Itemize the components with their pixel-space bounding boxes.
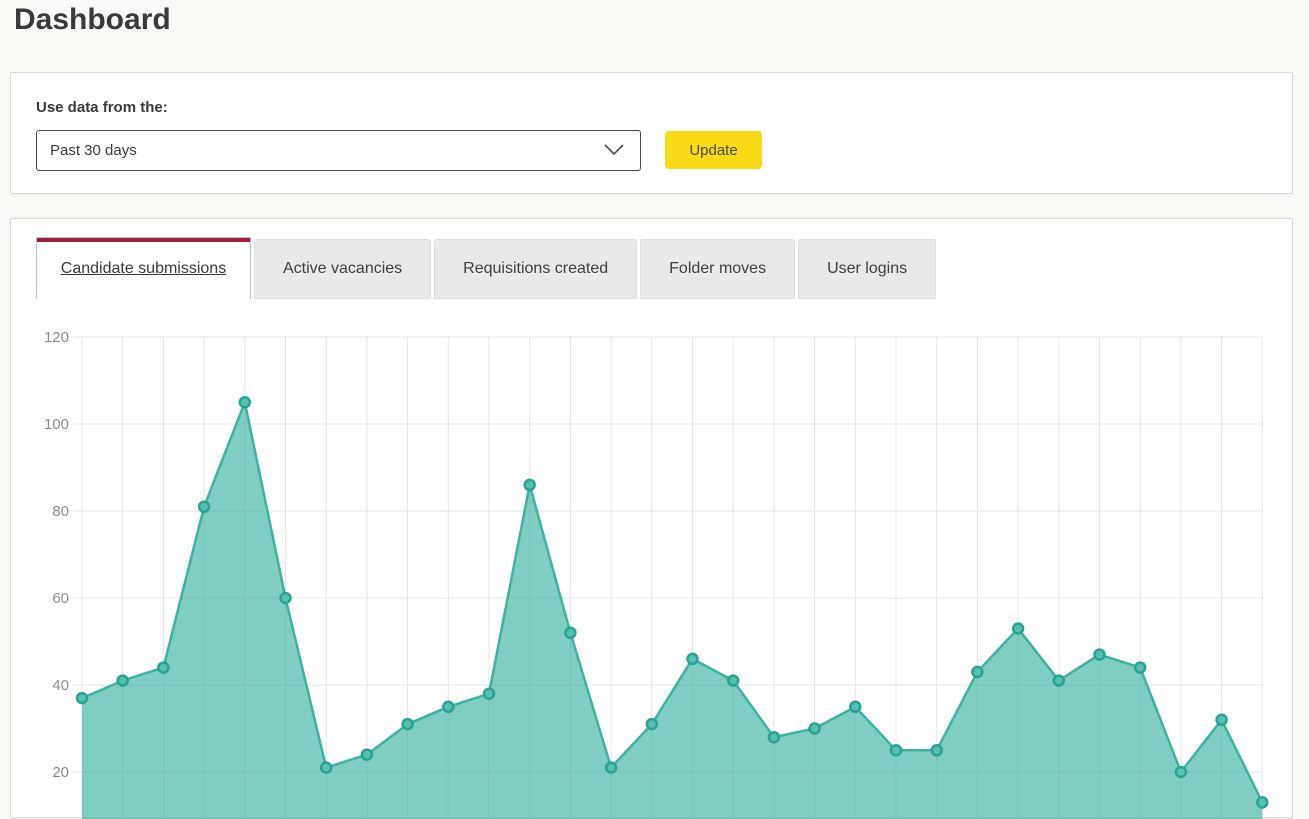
- data-point-marker: [972, 667, 982, 677]
- data-point-marker: [1217, 715, 1227, 725]
- tab-candidate-submissions[interactable]: Candidate submissions: [36, 237, 251, 299]
- data-point-marker: [1135, 663, 1145, 673]
- data-point-marker: [565, 628, 575, 638]
- filter-panel: Use data from the: Past 30 days Update: [10, 72, 1293, 194]
- tab-requisitions-created[interactable]: Requisitions created: [434, 239, 637, 299]
- data-point-marker: [1095, 650, 1105, 660]
- data-point-marker: [321, 763, 331, 773]
- data-point-marker: [891, 745, 901, 755]
- data-point-marker: [769, 732, 779, 742]
- data-point-marker: [443, 702, 453, 712]
- tab-label: Requisitions created: [463, 260, 608, 278]
- data-point-marker: [850, 702, 860, 712]
- update-button[interactable]: Update: [665, 131, 762, 169]
- data-point-marker: [158, 663, 168, 673]
- filter-label: Use data from the:: [36, 99, 1292, 116]
- tab-label: Candidate submissions: [61, 260, 226, 278]
- date-range-dropdown[interactable]: Past 30 days: [36, 130, 641, 171]
- y-axis-tick-label: 80: [52, 503, 69, 520]
- data-point-marker: [199, 502, 209, 512]
- data-point-marker: [728, 676, 738, 686]
- data-point-marker: [1013, 624, 1023, 634]
- data-point-marker: [1054, 676, 1064, 686]
- page-title: Dashboard: [14, 0, 1309, 40]
- tab-label: User logins: [827, 260, 907, 278]
- tabs: Candidate submissions Active vacancies Req…: [36, 237, 1292, 313]
- chevron-down-icon: [604, 144, 624, 156]
- y-axis-tick-label: 60: [52, 590, 69, 607]
- y-axis-tick-label: 100: [44, 416, 69, 433]
- data-point-marker: [362, 750, 372, 760]
- tab-label: Folder moves: [669, 260, 766, 278]
- data-point-marker: [606, 763, 616, 773]
- active-tab-accent-bar: [37, 238, 250, 242]
- data-point-marker: [1176, 767, 1186, 777]
- y-axis-tick-label: 20: [52, 764, 69, 781]
- data-point-marker: [810, 724, 820, 734]
- data-point-marker: [403, 719, 413, 729]
- data-point-marker: [525, 480, 535, 490]
- data-point-marker: [484, 689, 494, 699]
- data-point-marker: [118, 676, 128, 686]
- data-point-marker: [77, 693, 87, 703]
- y-axis-tick-label: 40: [52, 677, 69, 694]
- data-point-marker: [647, 719, 657, 729]
- tab-folder-moves[interactable]: Folder moves: [640, 239, 795, 299]
- tab-active-vacancies[interactable]: Active vacancies: [254, 239, 431, 299]
- y-axis-tick-label: 120: [44, 329, 69, 346]
- data-point-marker: [932, 745, 942, 755]
- tab-user-logins[interactable]: User logins: [798, 239, 936, 299]
- area-chart: 20 40 60 80 100 120: [11, 321, 1294, 819]
- data-point-marker: [688, 654, 698, 664]
- date-range-value: Past 30 days: [37, 142, 137, 159]
- data-point-marker: [240, 397, 250, 407]
- data-point-marker: [281, 593, 291, 603]
- data-point-marker: [1257, 797, 1267, 807]
- tab-label: Active vacancies: [283, 260, 402, 278]
- chart-panel: Candidate submissions Active vacancies Req…: [10, 218, 1293, 818]
